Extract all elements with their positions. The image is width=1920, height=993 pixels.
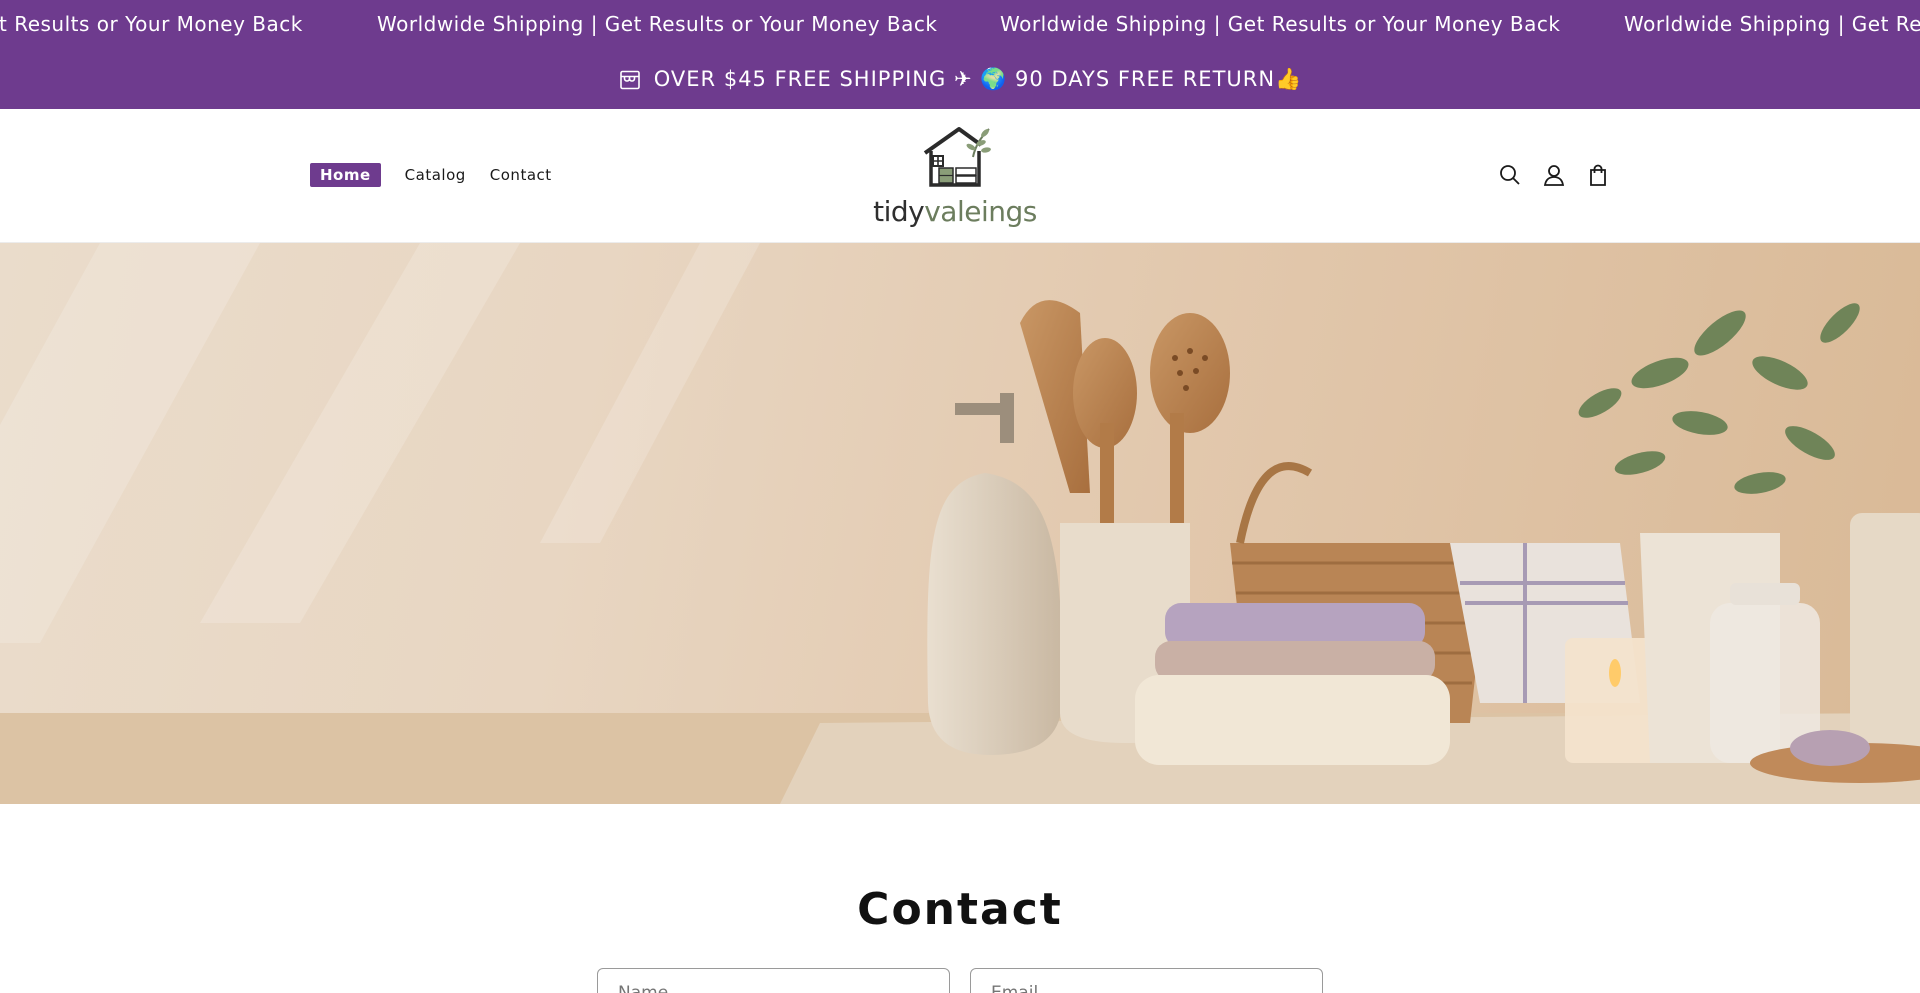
marquee-text-partial-left: t Results or Your Money Back — [0, 12, 303, 36]
email-input[interactable] — [970, 968, 1323, 993]
marquee-text-partial-right: Worldwide Shipping | Get Resu — [1624, 12, 1920, 36]
site-header: Home Catalog Contact tidyvaleings — [0, 109, 1920, 243]
marquee-bar: t Results or Your Money Back Worldwide S… — [0, 0, 1920, 50]
header-actions — [1496, 161, 1628, 189]
logo-text-part1: tidy — [873, 195, 925, 228]
house-logo-icon — [923, 127, 991, 187]
nav-link-contact[interactable]: Contact — [490, 163, 552, 187]
nav-link-catalog[interactable]: Catalog — [405, 163, 466, 187]
main-nav: Home Catalog Contact — [310, 163, 576, 187]
contact-heading: Contact — [857, 884, 1063, 935]
marquee-text: Worldwide Shipping | Get Results or Your… — [1000, 12, 1561, 36]
announcement-bar: OVER $45 FREE SHIPPING ✈ 🌍 90 DAYS FREE … — [0, 50, 1920, 109]
nav-link-home[interactable]: Home — [310, 163, 381, 187]
logo-wordmark: tidyvaleings — [855, 195, 1055, 228]
marquee-text: Worldwide Shipping | Get Results or Your… — [377, 12, 938, 36]
hero-banner — [0, 243, 1920, 804]
name-input[interactable] — [597, 968, 950, 993]
search-icon[interactable] — [1496, 161, 1524, 189]
logo-text-part2: valeings — [924, 195, 1037, 228]
account-icon[interactable] — [1540, 161, 1568, 189]
announcement-text: OVER $45 FREE SHIPPING ✈ 🌍 90 DAYS FREE … — [653, 67, 1303, 91]
cart-icon[interactable] — [1584, 161, 1612, 189]
hero-image — [0, 243, 1920, 804]
site-logo[interactable]: tidyvaleings — [855, 123, 1055, 231]
store-icon — [619, 70, 640, 89]
